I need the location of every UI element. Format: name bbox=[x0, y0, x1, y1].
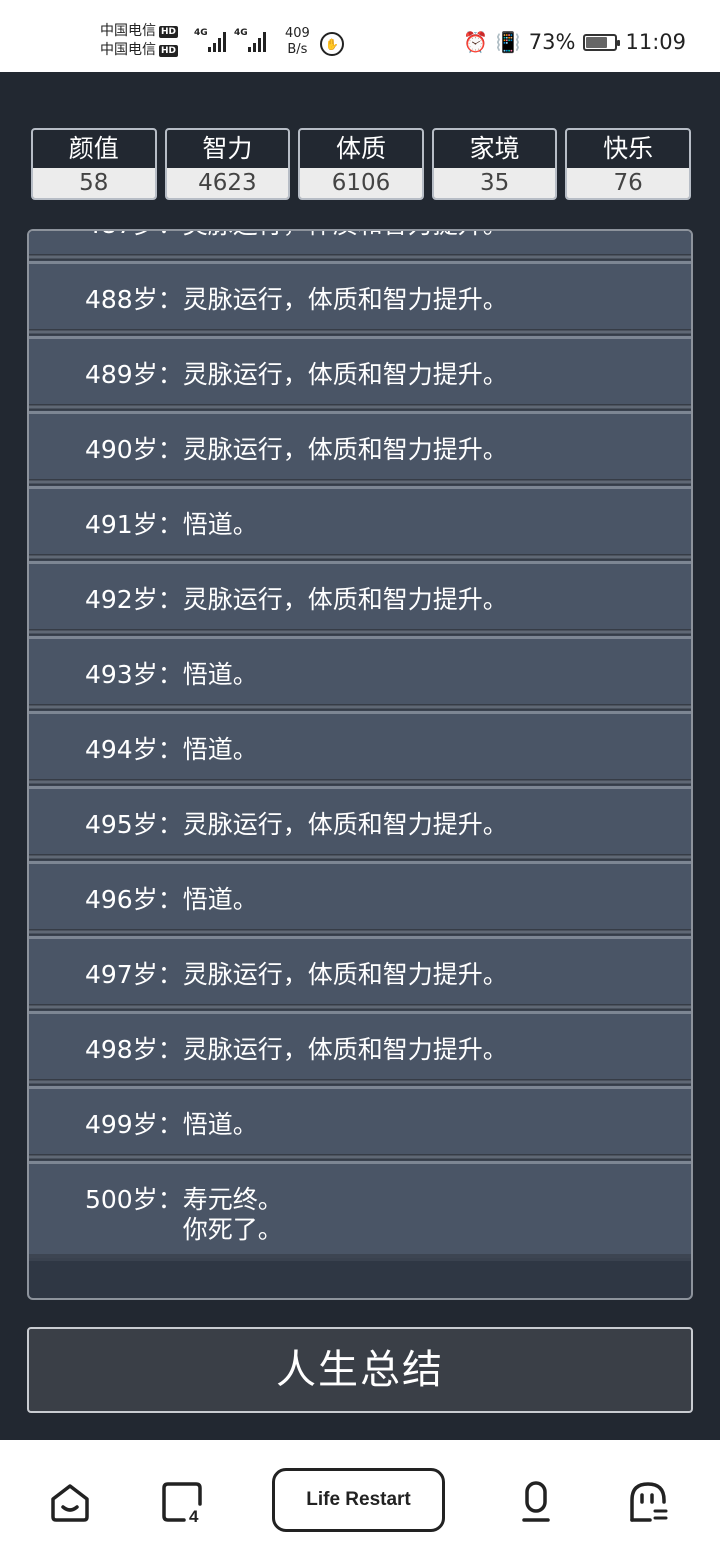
network-speed-value: 409 bbox=[285, 26, 310, 41]
attribute-value: 4623 bbox=[166, 168, 289, 198]
log-age: 496岁： bbox=[85, 885, 183, 914]
attribute-intelligence: 智力 4623 bbox=[164, 128, 291, 200]
log-age: 492岁： bbox=[85, 585, 183, 614]
battery-fill bbox=[586, 36, 607, 48]
battery-icon bbox=[583, 33, 621, 51]
battery-percent: 73% bbox=[528, 30, 576, 54]
log-text: 灵脉运行，体质和智力提升。 bbox=[182, 1035, 508, 1064]
log-age: 487岁： bbox=[85, 231, 183, 240]
log-age: 499岁： bbox=[85, 1110, 183, 1139]
log-text: 悟道。 bbox=[182, 885, 258, 914]
attribute-label: 颜值 bbox=[68, 134, 119, 163]
life-summary-button[interactable]: 人生总结 bbox=[27, 1327, 693, 1413]
home-icon[interactable] bbox=[48, 1480, 92, 1524]
log-text: 灵脉运行，体质和智力提升。 bbox=[182, 285, 508, 314]
log-text-line-1: 寿元终。 bbox=[182, 1185, 283, 1214]
attribute-label: 智力 bbox=[202, 134, 253, 163]
log-entry: 488岁： 灵脉运行，体质和智力提升。 bbox=[29, 254, 691, 336]
carrier-1-label: 中国电信 bbox=[100, 23, 156, 39]
mic-icon[interactable] bbox=[514, 1480, 558, 1524]
log-text: 灵脉运行，体质和智力提升。 bbox=[182, 585, 508, 614]
log-age: 500岁： bbox=[85, 1185, 183, 1214]
signal-strength-1-icon: 4G bbox=[194, 28, 226, 52]
carrier-info: 中国电信 HD 中国电信 HD bbox=[100, 22, 179, 60]
log-text: 悟道。 bbox=[182, 1110, 258, 1139]
carrier-2-label: 中国电信 bbox=[100, 42, 156, 58]
log-entry: 490岁： 灵脉运行，体质和智力提升。 bbox=[29, 404, 691, 486]
log-age: 491岁： bbox=[85, 510, 183, 539]
log-text: 悟道。 bbox=[182, 735, 258, 764]
hd-badge-1: HD bbox=[159, 25, 179, 38]
log-age: 488岁： bbox=[85, 285, 183, 314]
log-scroll-content: 487岁：灵脉运行，体质和智力提升。 488岁：灵脉运行，体质和智力提升。 48… bbox=[29, 231, 691, 1261]
network-speed: 409 B/s bbox=[285, 26, 310, 58]
log-text: 灵脉运行，体质和智力提升。 bbox=[182, 810, 508, 839]
attribute-charm: 颜值 58 bbox=[31, 128, 157, 200]
log-text: 灵脉运行，体质和智力提升。 bbox=[182, 360, 508, 389]
attribute-family: 家境 35 bbox=[431, 128, 558, 200]
signal-strength-2-icon: 4G bbox=[234, 28, 266, 52]
status-right: ⏰ 📳 73% 11:09 bbox=[463, 30, 686, 54]
log-entry: 489岁： 灵脉运行，体质和智力提升。 bbox=[29, 329, 691, 411]
log-entry: 499岁： 悟道。 bbox=[29, 1079, 691, 1161]
hand-shield-icon: ✋ bbox=[320, 32, 344, 56]
svg-text:4: 4 bbox=[189, 1507, 199, 1524]
attribute-value: 35 bbox=[433, 168, 556, 198]
log-entry: 497岁： 灵脉运行，体质和智力提升。 bbox=[29, 929, 691, 1011]
bottom-nav: 4 Life Restart bbox=[0, 1440, 720, 1560]
log-age: 494岁： bbox=[85, 735, 183, 764]
attribute-value: 6106 bbox=[300, 168, 422, 198]
log-age: 490岁： bbox=[85, 435, 183, 464]
log-text: 灵脉运行，体质和智力提升。 bbox=[183, 231, 508, 240]
attribute-label: 家境 bbox=[469, 134, 520, 163]
alarm-icon: ⏰ bbox=[462, 30, 488, 54]
log-age: 495岁： bbox=[85, 810, 183, 839]
hd-badge-2: HD bbox=[159, 44, 179, 57]
face-icon[interactable] bbox=[626, 1480, 670, 1524]
network-speed-unit: B/s bbox=[287, 42, 308, 57]
log-entry: 496岁： 悟道。 bbox=[29, 854, 691, 936]
life-event-log[interactable]: 487岁：灵脉运行，体质和智力提升。 488岁：灵脉运行，体质和智力提升。 48… bbox=[27, 229, 693, 1300]
vibrate-icon: 📳 bbox=[495, 30, 521, 54]
log-text-line-2: 你死了。 bbox=[182, 1215, 283, 1244]
log-entry: 498岁： 灵脉运行，体质和智力提升。 bbox=[29, 1004, 691, 1086]
attribute-panel: 颜值 58 智力 4623 体质 6106 家境 35 快乐 76 bbox=[31, 128, 691, 200]
log-text: 悟道。 bbox=[182, 660, 258, 689]
signal-icons: 4G 4G bbox=[194, 28, 266, 52]
tabs-icon[interactable]: 4 bbox=[160, 1480, 204, 1524]
log-entry: 493岁： 悟道。 bbox=[29, 629, 691, 711]
attribute-happiness: 快乐 76 bbox=[565, 128, 691, 200]
log-entry-final: 500岁： 寿元终。 你死了。 bbox=[29, 1154, 691, 1261]
log-age: 498岁： bbox=[85, 1035, 183, 1064]
attribute-value: 76 bbox=[567, 168, 689, 198]
life-restart-tab[interactable]: Life Restart bbox=[272, 1468, 445, 1532]
attribute-label: 体质 bbox=[335, 134, 386, 163]
log-entry: 494岁： 悟道。 bbox=[29, 704, 691, 786]
log-entry: 492岁： 灵脉运行，体质和智力提升。 bbox=[29, 554, 691, 636]
log-entry: 491岁： 悟道。 bbox=[29, 479, 691, 561]
log-text: 悟道。 bbox=[182, 510, 258, 539]
status-bar: 中国电信 HD 中国电信 HD 4G 4G 409 B/s ✋ ⏰ 📳 73% … bbox=[0, 0, 720, 72]
log-age: 493岁： bbox=[85, 660, 183, 689]
attribute-constitution: 体质 6106 bbox=[298, 128, 424, 200]
attribute-label: 快乐 bbox=[603, 134, 654, 163]
log-age: 497岁： bbox=[85, 960, 183, 989]
network-type-1: 4G bbox=[194, 28, 208, 38]
log-age: 489岁： bbox=[85, 360, 183, 389]
clock: 11:09 bbox=[625, 30, 686, 54]
log-text: 灵脉运行，体质和智力提升。 bbox=[182, 960, 508, 989]
network-type-2: 4G bbox=[234, 28, 248, 38]
log-entry: 495岁： 灵脉运行，体质和智力提升。 bbox=[29, 779, 691, 861]
attribute-value: 58 bbox=[33, 168, 155, 198]
log-text: 寿元终。 你死了。 bbox=[183, 1185, 283, 1245]
log-text: 灵脉运行，体质和智力提升。 bbox=[182, 435, 508, 464]
